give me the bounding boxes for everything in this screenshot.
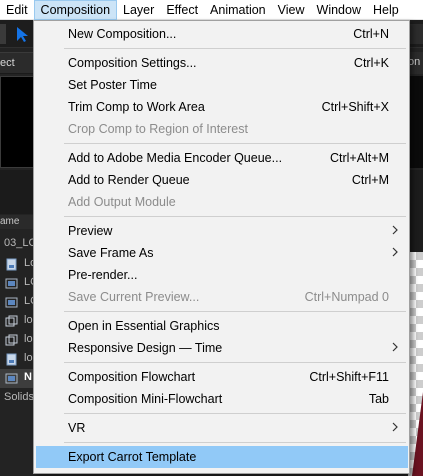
menu-separator xyxy=(64,442,406,443)
menu-item-composition-flowchart[interactable]: Composition Flowchart Ctrl+Shift+F11 xyxy=(36,366,408,388)
menu-item-label: Add to Adobe Media Encoder Queue... xyxy=(68,151,283,165)
menu-separator xyxy=(64,362,406,363)
menu-item-shortcut: Ctrl+M xyxy=(351,173,389,187)
menu-separator xyxy=(64,311,406,312)
project-item[interactable]: Lo xyxy=(0,255,36,274)
menu-item-label: Export Carrot Template xyxy=(68,450,197,464)
menu-item-label: Pre-render... xyxy=(68,268,138,282)
project-item-label: lo xyxy=(24,352,33,364)
menu-item-new-composition[interactable]: New Composition... Ctrl+N xyxy=(36,23,408,45)
menu-item-label: Preview xyxy=(68,224,113,238)
file-icon xyxy=(6,353,17,366)
menu-item-label: Composition Settings... xyxy=(68,56,197,70)
menu-bar: Edit Composition Layer Effect Animation … xyxy=(0,0,423,20)
file-icon xyxy=(6,258,17,271)
project-column-header: ame xyxy=(0,215,36,229)
project-item-selected[interactable]: N xyxy=(0,369,36,388)
menu-animation[interactable]: Animation xyxy=(204,0,272,20)
menu-item-add-to-ame-queue[interactable]: Add to Adobe Media Encoder Queue... Ctrl… xyxy=(36,147,408,169)
project-item[interactable]: LC xyxy=(0,274,38,293)
menu-item-crop-comp: Crop Comp to Region of Interest xyxy=(36,118,408,140)
menu-item-pre-render[interactable]: Pre-render... xyxy=(36,264,408,286)
project-item-label: N xyxy=(24,371,32,383)
menu-item-trim-comp[interactable]: Trim Comp to Work Area Ctrl+Shift+X xyxy=(36,96,408,118)
submenu-arrow-icon xyxy=(392,225,398,235)
project-item[interactable]: 03_LC xyxy=(0,235,36,254)
submenu-arrow-icon xyxy=(392,422,398,432)
menu-item-save-current-preview: Save Current Preview... Ctrl+Numpad 0 xyxy=(36,286,408,308)
menu-item-responsive-design-time[interactable]: Responsive Design — Time xyxy=(36,337,408,359)
composition-panel-tab[interactable]: on xyxy=(408,52,423,74)
menu-item-add-output-module: Add Output Module xyxy=(36,191,408,213)
menu-view[interactable]: View xyxy=(272,0,311,20)
project-item-label: Solids xyxy=(4,391,34,403)
project-item-label: lo xyxy=(24,333,33,345)
menu-item-label: Composition Mini-Flowchart xyxy=(68,392,223,406)
menu-separator xyxy=(64,48,406,49)
menu-item-label: Responsive Design — Time xyxy=(68,341,223,355)
composition-dark-area xyxy=(408,170,423,254)
project-item[interactable]: lo xyxy=(0,312,36,331)
menu-layer[interactable]: Layer xyxy=(117,0,160,20)
menu-item-shortcut: Ctrl+Numpad 0 xyxy=(304,290,389,304)
menu-item-export-carrot-template[interactable]: Export Carrot Template xyxy=(36,446,408,468)
project-item[interactable]: lo xyxy=(0,350,36,369)
composition-icon xyxy=(5,278,18,289)
menu-separator xyxy=(64,216,406,217)
menu-item-label: Save Current Preview... xyxy=(68,290,200,304)
menu-separator xyxy=(64,143,406,144)
submenu-arrow-icon xyxy=(392,247,398,257)
panel-empty-area xyxy=(0,170,36,214)
sequence-icon xyxy=(5,315,18,327)
menu-item-label: Set Poster Time xyxy=(68,78,157,92)
composition-menu: New Composition... Ctrl+N Composition Se… xyxy=(33,20,410,474)
menu-item-shortcut: Tab xyxy=(368,392,389,406)
menu-item-label: Add Output Module xyxy=(68,195,176,209)
project-item-label: 03_LC xyxy=(4,237,37,249)
sequence-icon xyxy=(5,334,18,346)
tool-edge-right-icon xyxy=(408,24,423,44)
composition-icon xyxy=(5,373,18,384)
menu-item-label: Open in Essential Graphics xyxy=(68,319,220,333)
menu-item-shortcut: Ctrl+Shift+F11 xyxy=(309,370,389,384)
tool-edge-icon xyxy=(0,24,6,44)
project-item[interactable]: Solids xyxy=(0,389,36,408)
menu-item-add-to-render-queue[interactable]: Add to Render Queue Ctrl+M xyxy=(36,169,408,191)
effect-controls-tab-label: ect xyxy=(0,57,15,69)
menu-item-set-poster-time[interactable]: Set Poster Time xyxy=(36,74,408,96)
selection-tool-icon[interactable] xyxy=(14,26,30,42)
menu-item-save-frame-as[interactable]: Save Frame As xyxy=(36,242,408,264)
menu-item-vr[interactable]: VR xyxy=(36,417,408,439)
project-item-label: lo xyxy=(24,314,33,326)
project-item[interactable]: lo xyxy=(0,331,36,350)
menu-item-label: Composition Flowchart xyxy=(68,370,196,384)
menu-item-label: Crop Comp to Region of Interest xyxy=(68,122,248,136)
menu-composition[interactable]: Composition xyxy=(33,0,118,20)
menu-effect[interactable]: Effect xyxy=(160,0,204,20)
menu-separator xyxy=(64,413,406,414)
menu-item-label: Save Frame As xyxy=(68,246,154,260)
menu-item-label: VR xyxy=(68,421,86,435)
menu-item-label: Add to Render Queue xyxy=(68,173,190,187)
menu-help[interactable]: Help xyxy=(367,0,405,20)
composition-icon xyxy=(5,297,18,308)
submenu-arrow-icon xyxy=(392,342,398,352)
menu-item-preview[interactable]: Preview xyxy=(36,220,408,242)
menu-item-composition-mini-flowchart[interactable]: Composition Mini-Flowchart Tab xyxy=(36,388,408,410)
menu-item-shortcut: Ctrl+N xyxy=(353,27,389,41)
menu-item-label: Trim Comp to Work Area xyxy=(68,100,205,114)
menu-edit[interactable]: Edit xyxy=(0,0,34,20)
panel-preview xyxy=(0,76,36,168)
effect-controls-tab[interactable]: ect xyxy=(0,52,36,74)
project-panel: ame 03_LC Lo LC LC lo lo lo N Solids xyxy=(0,215,38,476)
menu-item-shortcut: Ctrl+Alt+M xyxy=(329,151,389,165)
composition-preview xyxy=(408,76,423,168)
project-item[interactable]: LC xyxy=(0,293,38,312)
menu-item-open-in-essential-graphics[interactable]: Open in Essential Graphics xyxy=(36,315,408,337)
menu-item-composition-settings[interactable]: Composition Settings... Ctrl+K xyxy=(36,52,408,74)
menu-item-shortcut: Ctrl+K xyxy=(353,56,389,70)
menu-item-shortcut: Ctrl+Shift+X xyxy=(321,100,389,114)
menu-window[interactable]: Window xyxy=(311,0,367,20)
menu-item-label: New Composition... xyxy=(68,27,177,41)
